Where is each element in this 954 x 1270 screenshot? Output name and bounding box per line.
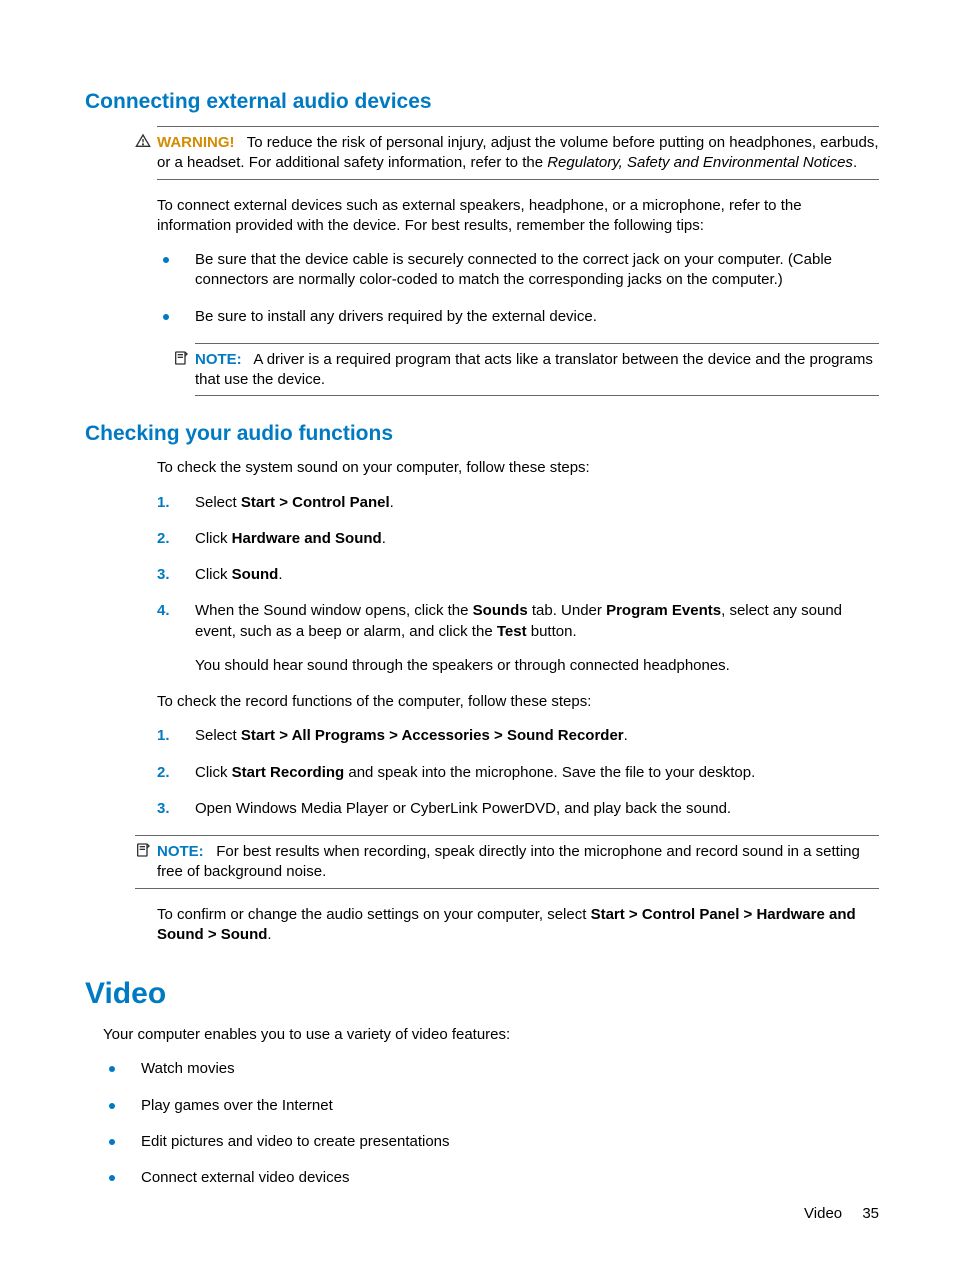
- list-item: Edit pictures and video to create presen…: [103, 1132, 879, 1152]
- heading-checking-audio-functions: Checking your audio functions: [85, 422, 879, 446]
- section3-bullet-list: Watch movies Play games over the Interne…: [103, 1059, 879, 1188]
- list-item: Play games over the Internet: [103, 1096, 879, 1116]
- list-item: Connect external video devices: [103, 1168, 879, 1188]
- footer-section: Video: [804, 1205, 842, 1222]
- note-text: For best results when recording, speak d…: [157, 843, 860, 880]
- section1-bullet-list: Be sure that the device cable is securel…: [157, 250, 879, 327]
- section3-content: Your computer enables you to use a varie…: [103, 1025, 879, 1188]
- list-item: Be sure to install any drivers required …: [157, 307, 879, 327]
- document-page: Connecting external audio devices WARNIN…: [0, 0, 954, 1270]
- section2-intro: To check the system sound on your comput…: [157, 458, 879, 478]
- section1-intro: To connect external devices such as exte…: [157, 196, 879, 237]
- note-admonition: NOTE: A driver is a required program tha…: [195, 343, 879, 397]
- note-icon: [173, 350, 189, 366]
- section3-intro: Your computer enables you to use a varie…: [103, 1025, 879, 1045]
- section2-content: To check the system sound on your comput…: [157, 458, 879, 945]
- warning-icon: [135, 133, 151, 149]
- step-sub-text: You should hear sound through the speake…: [195, 656, 879, 676]
- step-item: When the Sound window opens, click the S…: [157, 601, 879, 676]
- warning-reference: Regulatory, Safety and Environmental Not…: [547, 154, 853, 171]
- heading-connecting-external-audio: Connecting external audio devices: [85, 90, 879, 114]
- step-item: Select Start > All Programs > Accessorie…: [157, 726, 879, 746]
- note-admonition-2: NOTE: For best results when recording, s…: [135, 835, 879, 889]
- note-text: A driver is a required program that acts…: [195, 351, 873, 388]
- warning-admonition: WARNING! To reduce the risk of personal …: [157, 126, 879, 180]
- footer-page-number: 35: [862, 1205, 879, 1222]
- page-footer: Video 35: [804, 1205, 879, 1222]
- note-label: NOTE:: [157, 843, 204, 860]
- section2-confirm: To confirm or change the audio settings …: [157, 905, 879, 946]
- section2-mid: To check the record functions of the com…: [157, 692, 879, 712]
- note-label: NOTE:: [195, 351, 242, 368]
- heading-video: Video: [85, 977, 879, 1011]
- section1-content: WARNING! To reduce the risk of personal …: [157, 126, 879, 396]
- section2-steps-a: Select Start > Control Panel. Click Hard…: [157, 493, 879, 677]
- section2-steps-b: Select Start > All Programs > Accessorie…: [157, 726, 879, 819]
- step-item: Select Start > Control Panel.: [157, 493, 879, 513]
- step-item: Click Hardware and Sound.: [157, 529, 879, 549]
- warning-text-after: .: [853, 154, 857, 171]
- step-item: Click Sound.: [157, 565, 879, 585]
- list-item: Watch movies: [103, 1059, 879, 1079]
- step-item: Click Start Recording and speak into the…: [157, 763, 879, 783]
- warning-label: WARNING!: [157, 134, 235, 151]
- step-item: Open Windows Media Player or CyberLink P…: [157, 799, 879, 819]
- note-icon: [135, 842, 151, 858]
- list-item: Be sure that the device cable is securel…: [157, 250, 879, 291]
